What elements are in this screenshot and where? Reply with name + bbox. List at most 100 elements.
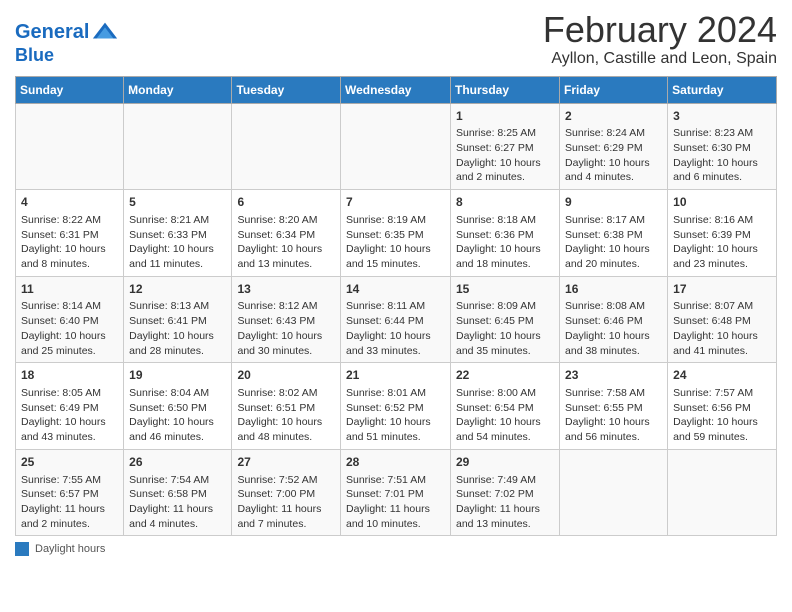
day-info: Sunrise: 8:09 AM Sunset: 6:45 PM Dayligh…	[456, 299, 554, 358]
logo-icon	[91, 18, 119, 46]
day-cell: 28 Sunrise: 7:51 AM Sunset: 7:01 PM Dayli…	[341, 449, 451, 536]
day-cell	[232, 103, 341, 190]
col-header-sunday: Sunday	[16, 76, 124, 103]
day-cell: 16Sunrise: 8:08 AM Sunset: 6:46 PM Dayli…	[560, 276, 668, 363]
day-number: 9	[565, 194, 662, 211]
day-number: 28	[346, 454, 445, 471]
day-cell: 19 Sunrise: 8:04 AM Sunset: 6:50 PM Dayli…	[124, 363, 232, 450]
col-header-thursday: Thursday	[451, 76, 560, 103]
day-cell: 3Sunrise: 8:23 AM Sunset: 6:30 PM Daylig…	[668, 103, 777, 190]
day-info: Sunrise: 7:58 AM Sunset: 6:55 PM Dayligh…	[565, 386, 662, 445]
day-cell: 17Sunrise: 8:07 AM Sunset: 6:48 PM Dayli…	[668, 276, 777, 363]
day-cell	[668, 449, 777, 536]
day-number: 10	[673, 194, 771, 211]
day-info: Sunrise: 8:17 AM Sunset: 6:38 PM Dayligh…	[565, 213, 662, 272]
week-row-2: 4 Sunrise: 8:22 AM Sunset: 6:31 PM Daylig…	[16, 190, 777, 277]
day-number: 4	[21, 194, 118, 211]
day-number: 17	[673, 281, 771, 298]
day-cell: 7 Sunrise: 8:19 AM Sunset: 6:35 PM Daylig…	[341, 190, 451, 277]
day-info: Sunrise: 7:52 AM Sunset: 7:00 PM Dayligh…	[237, 473, 335, 532]
day-number: 15	[456, 281, 554, 298]
col-header-tuesday: Tuesday	[232, 76, 341, 103]
col-header-wednesday: Wednesday	[341, 76, 451, 103]
day-cell: 21Sunrise: 8:01 AM Sunset: 6:52 PM Dayli…	[341, 363, 451, 450]
week-row-5: 25 Sunrise: 7:55 AM Sunset: 6:57 PM Dayli…	[16, 449, 777, 536]
day-cell	[16, 103, 124, 190]
week-row-3: 11Sunrise: 8:14 AM Sunset: 6:40 PM Dayli…	[16, 276, 777, 363]
day-number: 7	[346, 194, 445, 211]
day-info: Sunrise: 8:19 AM Sunset: 6:35 PM Dayligh…	[346, 213, 445, 272]
day-info: Sunrise: 8:20 AM Sunset: 6:34 PM Dayligh…	[237, 213, 335, 272]
day-info: Sunrise: 7:55 AM Sunset: 6:57 PM Dayligh…	[21, 473, 118, 532]
day-info: Sunrise: 8:05 AM Sunset: 6:49 PM Dayligh…	[21, 386, 118, 445]
day-cell: 23Sunrise: 7:58 AM Sunset: 6:55 PM Dayli…	[560, 363, 668, 450]
day-cell	[124, 103, 232, 190]
calendar-table: SundayMondayTuesdayWednesdayThursdayFrid…	[15, 76, 777, 537]
day-info: Sunrise: 8:18 AM Sunset: 6:36 PM Dayligh…	[456, 213, 554, 272]
title-area: February 2024 Ayllon, Castille and Leon,…	[543, 10, 777, 68]
legend: Daylight hours	[15, 542, 777, 556]
week-row-4: 18 Sunrise: 8:05 AM Sunset: 6:49 PM Dayli…	[16, 363, 777, 450]
day-info: Sunrise: 7:54 AM Sunset: 6:58 PM Dayligh…	[129, 473, 226, 532]
legend-color-box	[15, 542, 29, 556]
day-number: 6	[237, 194, 335, 211]
day-cell: 18 Sunrise: 8:05 AM Sunset: 6:49 PM Dayli…	[16, 363, 124, 450]
day-info: Sunrise: 8:23 AM Sunset: 6:30 PM Dayligh…	[673, 126, 771, 185]
day-info: Sunrise: 8:01 AM Sunset: 6:52 PM Dayligh…	[346, 386, 445, 445]
logo: General Blue	[15, 18, 119, 66]
day-info: Sunrise: 7:49 AM Sunset: 7:02 PM Dayligh…	[456, 473, 554, 532]
day-number: 19	[129, 367, 226, 384]
day-info: Sunrise: 8:14 AM Sunset: 6:40 PM Dayligh…	[21, 299, 118, 358]
day-info: Sunrise: 8:25 AM Sunset: 6:27 PM Dayligh…	[456, 126, 554, 185]
day-cell: 10Sunrise: 8:16 AM Sunset: 6:39 PM Dayli…	[668, 190, 777, 277]
day-cell: 5 Sunrise: 8:21 AM Sunset: 6:33 PM Daylig…	[124, 190, 232, 277]
day-info: Sunrise: 8:22 AM Sunset: 6:31 PM Dayligh…	[21, 213, 118, 272]
day-number: 25	[21, 454, 118, 471]
day-cell: 12Sunrise: 8:13 AM Sunset: 6:41 PM Dayli…	[124, 276, 232, 363]
day-info: Sunrise: 8:07 AM Sunset: 6:48 PM Dayligh…	[673, 299, 771, 358]
week-row-1: 1Sunrise: 8:25 AM Sunset: 6:27 PM Daylig…	[16, 103, 777, 190]
legend-label: Daylight hours	[35, 543, 105, 555]
day-number: 5	[129, 194, 226, 211]
day-cell: 1Sunrise: 8:25 AM Sunset: 6:27 PM Daylig…	[451, 103, 560, 190]
col-header-monday: Monday	[124, 76, 232, 103]
day-cell: 24Sunrise: 7:57 AM Sunset: 6:56 PM Dayli…	[668, 363, 777, 450]
day-info: Sunrise: 7:51 AM Sunset: 7:01 PM Dayligh…	[346, 473, 445, 532]
day-cell: 22 Sunrise: 8:00 AM Sunset: 6:54 PM Dayli…	[451, 363, 560, 450]
day-cell: 15Sunrise: 8:09 AM Sunset: 6:45 PM Dayli…	[451, 276, 560, 363]
day-info: Sunrise: 8:11 AM Sunset: 6:44 PM Dayligh…	[346, 299, 445, 358]
day-cell: 26 Sunrise: 7:54 AM Sunset: 6:58 PM Dayli…	[124, 449, 232, 536]
day-number: 22	[456, 367, 554, 384]
day-info: Sunrise: 8:12 AM Sunset: 6:43 PM Dayligh…	[237, 299, 335, 358]
day-info: Sunrise: 7:57 AM Sunset: 6:56 PM Dayligh…	[673, 386, 771, 445]
day-number: 16	[565, 281, 662, 298]
day-number: 18	[21, 367, 118, 384]
logo-text-blue: Blue	[15, 46, 119, 66]
day-info: Sunrise: 8:24 AM Sunset: 6:29 PM Dayligh…	[565, 126, 662, 185]
main-title: February 2024	[543, 10, 777, 50]
header: General Blue February 2024 Ayllon, Casti…	[15, 10, 777, 68]
day-info: Sunrise: 8:00 AM Sunset: 6:54 PM Dayligh…	[456, 386, 554, 445]
day-number: 11	[21, 281, 118, 298]
day-info: Sunrise: 8:13 AM Sunset: 6:41 PM Dayligh…	[129, 299, 226, 358]
day-cell: 6 Sunrise: 8:20 AM Sunset: 6:34 PM Daylig…	[232, 190, 341, 277]
day-cell: 20 Sunrise: 8:02 AM Sunset: 6:51 PM Dayli…	[232, 363, 341, 450]
day-cell: 29Sunrise: 7:49 AM Sunset: 7:02 PM Dayli…	[451, 449, 560, 536]
day-number: 26	[129, 454, 226, 471]
day-number: 20	[237, 367, 335, 384]
day-number: 1	[456, 108, 554, 125]
day-number: 8	[456, 194, 554, 211]
day-info: Sunrise: 8:21 AM Sunset: 6:33 PM Dayligh…	[129, 213, 226, 272]
col-header-saturday: Saturday	[668, 76, 777, 103]
day-number: 13	[237, 281, 335, 298]
logo-text: General	[15, 21, 89, 43]
day-info: Sunrise: 8:04 AM Sunset: 6:50 PM Dayligh…	[129, 386, 226, 445]
day-info: Sunrise: 8:08 AM Sunset: 6:46 PM Dayligh…	[565, 299, 662, 358]
day-cell: 8 Sunrise: 8:18 AM Sunset: 6:36 PM Daylig…	[451, 190, 560, 277]
day-number: 3	[673, 108, 771, 125]
day-info: Sunrise: 8:02 AM Sunset: 6:51 PM Dayligh…	[237, 386, 335, 445]
day-number: 27	[237, 454, 335, 471]
day-cell: 25 Sunrise: 7:55 AM Sunset: 6:57 PM Dayli…	[16, 449, 124, 536]
day-number: 14	[346, 281, 445, 298]
day-cell: 9 Sunrise: 8:17 AM Sunset: 6:38 PM Daylig…	[560, 190, 668, 277]
